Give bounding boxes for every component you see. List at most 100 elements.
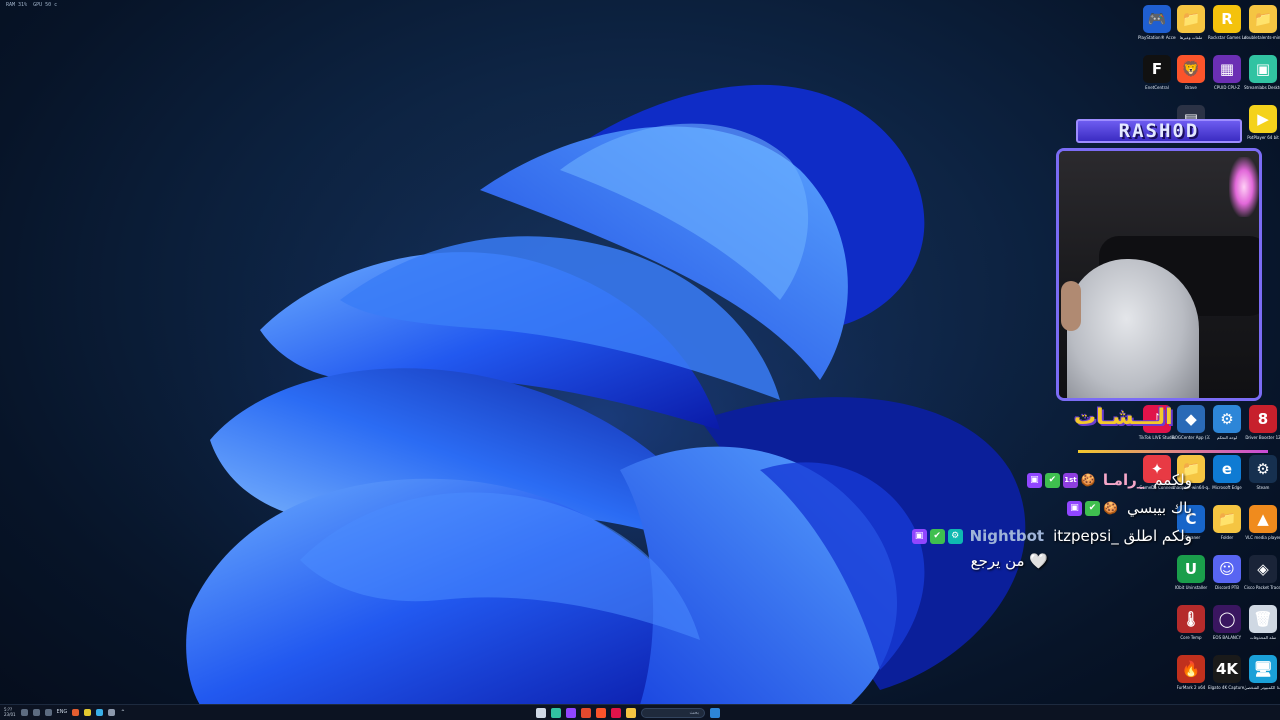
app-taskbar-icon[interactable]	[611, 708, 621, 718]
start-button-icon[interactable]	[710, 708, 720, 718]
folder-icon: 📁	[1177, 5, 1205, 33]
desktop-icon[interactable]: ☺ Discord PTB	[1209, 555, 1245, 601]
gamepad-icon: 🎮	[1143, 5, 1171, 33]
desktop-icon[interactable]: 8 Driver Booster 12	[1245, 405, 1280, 451]
system-tray: 5:?? 23/01 ENG ⌃	[4, 707, 125, 717]
app-taskbar-icon[interactable]	[566, 708, 576, 718]
tray-app-icon[interactable]	[96, 708, 104, 716]
desktop-icon[interactable]: ▶ PotPlayer 64 bit	[1245, 105, 1280, 151]
driver-booster-icon: 8	[1249, 405, 1277, 433]
folder-icon: 📁	[1249, 5, 1277, 33]
desktop-icon[interactable]: 📁 Folder	[1209, 505, 1245, 551]
mic-icon[interactable]	[536, 708, 546, 718]
desktop-icon[interactable]: F EnetCentral	[1139, 55, 1175, 101]
clock[interactable]: 5:?? 23/01	[4, 707, 16, 717]
desktop-icon[interactable]: ◈ Cisco Packet Tracer	[1244, 555, 1280, 601]
desktop-icon-label: Microsoft Edge	[1212, 485, 1242, 490]
chat-username: Nightbot	[969, 527, 1045, 545]
desktop-icon[interactable]: 🎮 PlayStation® Accessories	[1138, 5, 1176, 51]
notification-icon[interactable]	[20, 708, 28, 716]
desktop-icon-label: IObit Uninstaller	[1174, 585, 1208, 590]
search-box[interactable]: بحث	[641, 708, 705, 718]
desktop-icon-label: سلة المحذوفات	[1249, 635, 1277, 640]
chat-message-row: من يرجع 🤍	[965, 551, 1048, 571]
chat-divider	[1078, 450, 1268, 453]
elgato-icon: 4K	[1213, 655, 1241, 683]
tray-app-icon[interactable]	[108, 708, 116, 716]
network-icon[interactable]	[44, 708, 52, 716]
twitch-badge-icon: ▣	[911, 528, 927, 544]
tray-app-icon[interactable]	[84, 708, 92, 716]
subscriber-badge-icon: 1st	[1062, 472, 1078, 488]
play-icon: ▶	[1249, 105, 1277, 133]
tray-app-icon[interactable]	[72, 708, 80, 716]
desktop-icon[interactable]: 🌡 Core Temp	[1173, 605, 1209, 651]
desktop-icon-label: ملفات وغيرها	[1179, 35, 1203, 40]
desktop-icon-label: Discord PTB	[1215, 585, 1239, 590]
emote-icon: 🍪	[1080, 473, 1096, 487]
rockstar-icon: R	[1213, 5, 1241, 33]
chat-username: رامـا_	[1102, 471, 1145, 489]
desktop-icon[interactable]: 🔥 FurMark 2 x64	[1173, 655, 1209, 701]
streamlabs-icon: ▣	[1249, 55, 1277, 83]
chat-title: الـــشـات	[1074, 402, 1173, 432]
desktop-icon[interactable]: ⚙ Steam	[1245, 455, 1280, 501]
twitch-badge-icon: ▣	[1026, 472, 1042, 488]
chrome-taskbar-icon[interactable]	[581, 708, 591, 718]
desktop-icon-label: Steam	[1256, 485, 1270, 490]
discord-icon: ☺	[1213, 555, 1241, 583]
desktop-icon-label: EOS BALANCY	[1212, 635, 1242, 640]
core-temp-icon: 🌡	[1177, 605, 1205, 633]
chat-message-text: itzpepsi_ ولكم اطلق	[1053, 527, 1192, 545]
desktop-icon[interactable]: 📁 doubletalents-mini...	[1244, 5, 1280, 51]
desktop-icon-label: TikTok LIVE Studio	[1138, 435, 1176, 440]
desktop-icon-label: PlayStation® Accessories	[1138, 35, 1176, 40]
this-pc-icon: 🖥	[1249, 655, 1277, 683]
desktop-icon[interactable]: 🦁 Brave	[1173, 55, 1209, 101]
desktop-icon[interactable]: 📁 ملفات وغيرها	[1173, 5, 1209, 51]
edge-icon: e	[1213, 455, 1241, 483]
rog-icon: ◆	[1177, 405, 1205, 433]
desktop-icon[interactable]: ▣ Streamlabs Desktop	[1244, 55, 1280, 101]
language-indicator[interactable]: ENG	[57, 709, 68, 715]
streamlabs-taskbar-icon[interactable]	[551, 708, 561, 718]
gpu-readout: GPU 50 c	[33, 2, 58, 8]
streamer-name: RASH0D	[1118, 120, 1200, 142]
desktop-icon[interactable]: ◯ EOS BALANCY	[1209, 605, 1245, 651]
webcam-person	[1061, 281, 1081, 331]
desktop-icon-label: FurMark 2 x64	[1176, 685, 1206, 690]
search-placeholder: بحث	[689, 710, 699, 716]
desktop-icon[interactable]: e Microsoft Edge	[1209, 455, 1245, 501]
chat-message-text: باك بيبسي	[1127, 499, 1192, 517]
chat-message-text: من يرجع 🤍	[970, 552, 1048, 570]
desktop-icon-label: لوحة التحكم	[1216, 435, 1238, 440]
file-explorer-icon[interactable]	[626, 708, 636, 718]
folder-icon: 📁	[1213, 505, 1241, 533]
desktop-icon[interactable]: R Rockstar Games Launcher	[1208, 5, 1246, 51]
chat-message-row: ▣ ✔ ⚙ Nightbot itzpepsi_ ولكم اطلق	[911, 526, 1192, 546]
emote-icon: 🍪	[1103, 501, 1118, 515]
desktop-icon[interactable]: ⚙ لوحة التحكم	[1209, 405, 1245, 451]
verified-badge-icon: ✔	[1085, 500, 1100, 516]
taskbar-apps: بحث	[536, 708, 720, 718]
desktop-icon[interactable]: 🗑 سلة المحذوفات	[1245, 605, 1280, 651]
desktop-icon-label: Driver Booster 12	[1245, 435, 1280, 440]
desktop-icon[interactable]: 🖥 هذا الكمبيوتر الشخصي	[1244, 655, 1280, 701]
chevron-up-icon[interactable]: ⌃	[120, 709, 125, 716]
vlc-icon: ▲	[1249, 505, 1277, 533]
twitch-badge-icon: ▣	[1067, 500, 1082, 516]
desktop-icon-label: Core Temp	[1180, 635, 1202, 640]
desktop-icon[interactable]: ▦ CPUID CPU-Z	[1209, 55, 1245, 101]
desktop-icon-label: PotPlayer 64 bit	[1247, 135, 1279, 140]
desktop-icon[interactable]: ◆ ROGCenter App (33 3.3)	[1172, 405, 1210, 451]
webcam-neon-light	[1229, 157, 1259, 217]
bot-badge-icon: ⚙	[947, 528, 963, 544]
streamer-name-banner: RASH0D	[1076, 119, 1242, 143]
volume-icon[interactable]	[32, 708, 40, 716]
verified-badge-icon: ✔	[929, 528, 945, 544]
desktop-icon[interactable]: 4K Elgato 4K Capture Utility	[1208, 655, 1246, 701]
desktop-icon-label: CPUID CPU-Z	[1214, 85, 1240, 90]
desktop-icon[interactable]: U IObit Uninstaller	[1173, 555, 1209, 601]
brave-taskbar-icon[interactable]	[596, 708, 606, 718]
desktop-icon[interactable]: ▲ VLC media player	[1245, 505, 1280, 551]
